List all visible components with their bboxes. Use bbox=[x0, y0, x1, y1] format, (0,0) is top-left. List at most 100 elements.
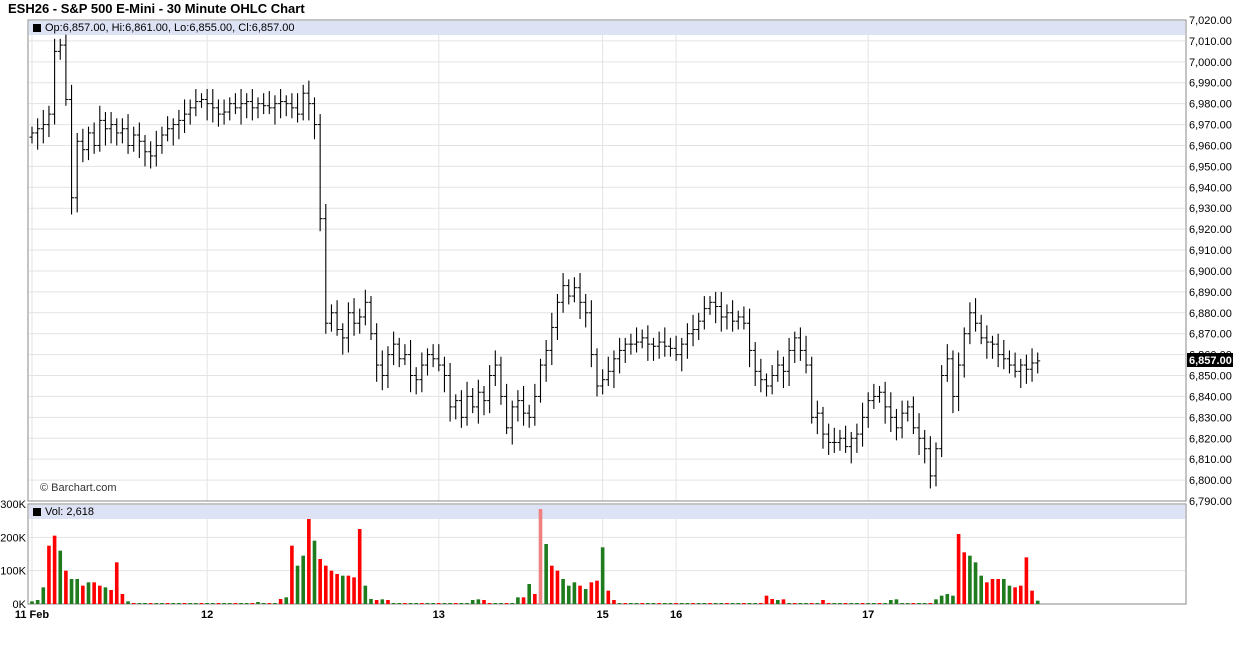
volume-bar bbox=[64, 570, 68, 604]
volume-bar bbox=[437, 603, 441, 604]
volume-bar bbox=[357, 529, 362, 604]
barchart-watermark: © Barchart.com bbox=[40, 482, 117, 494]
volume-bar bbox=[476, 599, 481, 604]
volume-bar bbox=[510, 603, 515, 604]
y-tick-label: 6,970.00 bbox=[1189, 120, 1232, 132]
volume-bar bbox=[431, 603, 435, 604]
volume-bar bbox=[623, 603, 628, 604]
volume-bar bbox=[945, 594, 950, 604]
volume-bar bbox=[414, 603, 418, 604]
volume-bar bbox=[307, 519, 311, 604]
volume-bar bbox=[809, 603, 814, 604]
volume-bar bbox=[589, 582, 594, 604]
volume-axis-ticks: 300K200K100K0K bbox=[0, 499, 26, 611]
y-tick-label: 7,020.00 bbox=[1189, 15, 1232, 27]
y-tick-label: 6,810.00 bbox=[1189, 454, 1232, 466]
volume-bar bbox=[973, 562, 978, 604]
volume-bar bbox=[798, 603, 803, 604]
volume-bar bbox=[318, 559, 322, 604]
volume-bar bbox=[244, 603, 249, 604]
volume-bar bbox=[120, 594, 125, 604]
y-tick-label: 6,990.00 bbox=[1189, 78, 1232, 90]
volume-bars bbox=[30, 509, 1040, 604]
volume-bar bbox=[199, 603, 204, 604]
volume-bar bbox=[114, 562, 119, 604]
volume-bar bbox=[335, 574, 339, 604]
volume-bar bbox=[612, 600, 616, 604]
volume-bar bbox=[442, 603, 447, 604]
volume-bar bbox=[900, 603, 904, 604]
volume-bar bbox=[256, 602, 260, 604]
volume-bar bbox=[990, 579, 995, 604]
volume-bar bbox=[30, 601, 34, 604]
volume-bar bbox=[374, 600, 379, 604]
volume-bar bbox=[352, 577, 356, 604]
volume-bar bbox=[747, 603, 752, 604]
volume-bar bbox=[126, 601, 130, 604]
volume-bar bbox=[583, 589, 588, 604]
volume-bar bbox=[860, 603, 865, 604]
y-tick-label: 6,820.00 bbox=[1189, 433, 1232, 445]
volume-bar bbox=[804, 603, 808, 604]
volume-bar bbox=[872, 603, 876, 604]
volume-bar bbox=[312, 540, 317, 604]
volume-bar bbox=[391, 603, 396, 604]
y-tick-label: 6,960.00 bbox=[1189, 140, 1232, 152]
volume-bar bbox=[380, 599, 385, 604]
volume-bar bbox=[171, 603, 176, 604]
x-tick-label: 17 bbox=[862, 609, 874, 621]
volume-bar bbox=[866, 603, 870, 604]
volume-bar bbox=[527, 584, 531, 604]
volume-bar bbox=[713, 603, 718, 604]
volume-bar bbox=[324, 565, 328, 604]
volume-bar bbox=[131, 603, 136, 604]
volume-bar bbox=[340, 575, 345, 604]
volume-bar bbox=[346, 575, 351, 604]
volume-bar bbox=[685, 603, 690, 604]
volume-bar bbox=[753, 603, 757, 604]
volume-bar bbox=[148, 603, 153, 604]
volume-bar bbox=[239, 603, 243, 604]
volume-bar bbox=[188, 603, 192, 604]
volume-bar bbox=[629, 603, 633, 604]
volume-bar bbox=[572, 582, 577, 604]
volume-bar bbox=[917, 603, 921, 604]
volume-bar bbox=[301, 555, 305, 604]
volume-bar bbox=[905, 603, 910, 604]
volume-bar bbox=[453, 603, 458, 604]
volume-bar bbox=[1024, 557, 1029, 604]
volume-bar bbox=[719, 603, 724, 604]
volume-bar bbox=[883, 603, 887, 604]
volume-bar bbox=[233, 603, 238, 604]
volume-bar bbox=[770, 599, 774, 604]
volume-bar bbox=[165, 603, 170, 604]
volume-bar bbox=[759, 603, 763, 604]
volume-bar bbox=[826, 603, 831, 604]
volume-bar bbox=[595, 580, 599, 604]
y-tick-label: 7,010.00 bbox=[1189, 36, 1232, 48]
volume-bar bbox=[1035, 600, 1040, 604]
volume-bar bbox=[47, 545, 51, 604]
volume-bar bbox=[674, 603, 678, 604]
volume-bar bbox=[1018, 585, 1023, 604]
y-tick-label: 6,840.00 bbox=[1189, 391, 1232, 403]
volume-bar bbox=[657, 603, 661, 604]
volume-bar bbox=[725, 603, 729, 604]
volume-bar bbox=[911, 603, 916, 604]
last-price-marker: 6,857.00 bbox=[1187, 353, 1233, 367]
volume-bar bbox=[894, 599, 899, 604]
volume-bar bbox=[499, 603, 503, 604]
y-tick-label: 6,980.00 bbox=[1189, 99, 1232, 111]
volume-bar bbox=[69, 579, 74, 604]
volume-bar bbox=[261, 603, 266, 604]
volume-bar bbox=[634, 603, 639, 604]
volume-bar bbox=[962, 552, 967, 604]
volume-bar bbox=[470, 600, 475, 604]
volume-bar bbox=[832, 603, 837, 604]
volume-bar bbox=[273, 603, 277, 604]
y-tick-label: 6,920.00 bbox=[1189, 224, 1232, 236]
volume-bar bbox=[75, 579, 79, 604]
price-panel-frame bbox=[27, 19, 1187, 502]
volume-bar bbox=[425, 603, 430, 604]
volume-bar bbox=[928, 603, 933, 604]
